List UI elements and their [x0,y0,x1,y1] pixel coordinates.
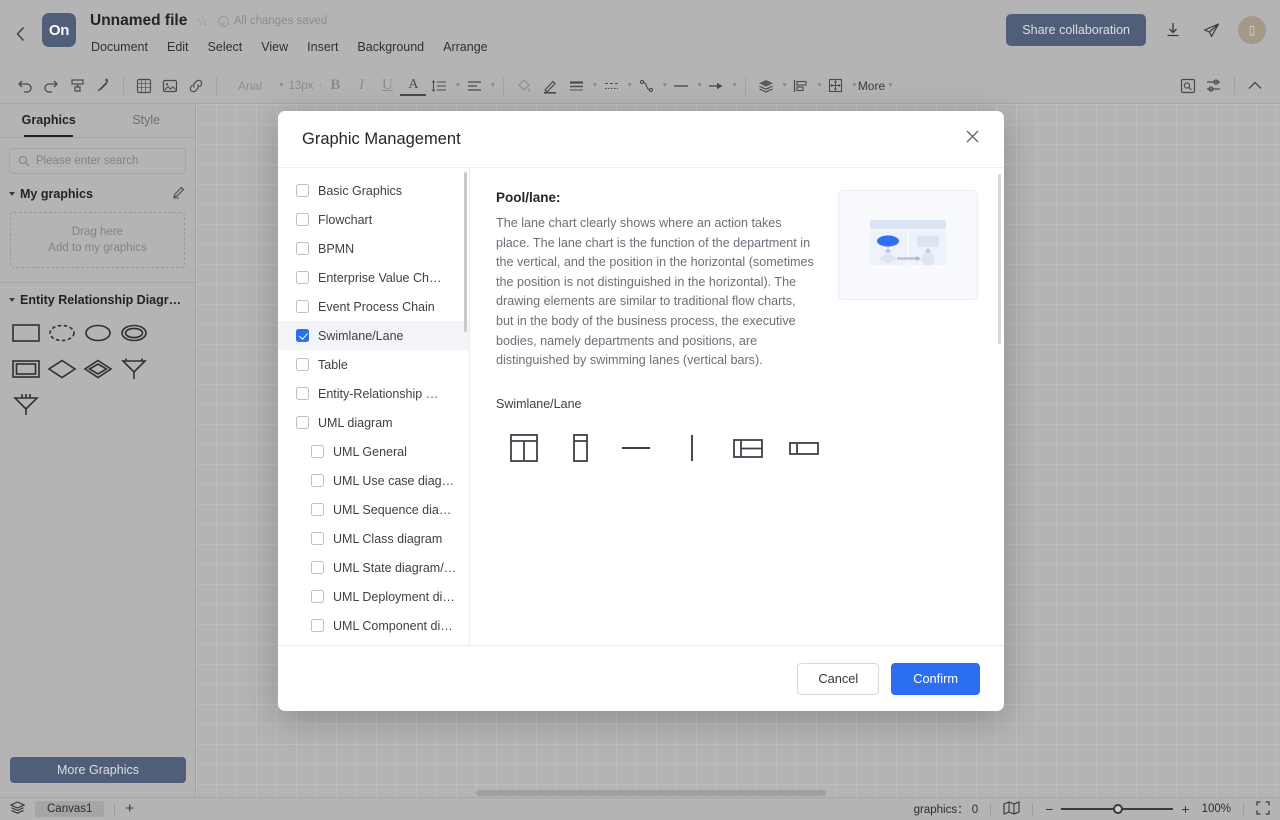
category-uml-class-diagram[interactable]: UML Class diagram [278,524,469,553]
vertical-divider-shape[interactable] [664,425,720,471]
category-uml-component-diagram[interactable]: UML Component diag… [278,611,469,640]
category-uml-diagram[interactable]: UML diagram [278,408,469,437]
horizontal-divider-shape[interactable] [608,425,664,471]
checkbox[interactable] [296,358,309,371]
checkbox[interactable] [296,184,309,197]
checkbox[interactable] [296,329,309,342]
category-label: Entity-Relationship Di… [318,387,442,401]
dialog-header: Graphic Management [278,111,1004,167]
category-label: UML Component diag… [333,619,457,633]
horizontal-pool-two-lanes-shape[interactable] [720,425,776,471]
checkbox[interactable] [296,416,309,429]
category-label: UML Class diagram [333,532,442,546]
detail-panel: Pool/lane: The lane chart clearly shows … [470,168,1004,645]
category-uml-deployment-diagram[interactable]: UML Deployment dia… [278,582,469,611]
swimlane-shape-row [496,425,978,471]
category-swimlane-lane[interactable]: Swimlane/Lane [278,321,469,350]
category-label: Swimlane/Lane [318,329,403,343]
category-label: Table [318,358,348,372]
checkbox[interactable] [311,445,324,458]
category-entity-relationship-diagram[interactable]: Entity-Relationship Di… [278,379,469,408]
close-icon[interactable] [965,129,980,149]
dialog-body: Basic Graphics Flowchart BPMN Enterprise… [278,167,1004,645]
category-table[interactable]: Table [278,350,469,379]
detail-description: The lane chart clearly shows where an ac… [496,214,814,371]
category-uml-sequence-diagram[interactable]: UML Sequence diagra… [278,495,469,524]
category-uml-state-diagram[interactable]: UML State diagram/A… [278,553,469,582]
detail-top: Pool/lane: The lane chart clearly shows … [496,190,978,371]
checkbox[interactable] [296,213,309,226]
cancel-button[interactable]: Cancel [797,663,879,695]
detail-panel-scrollbar[interactable] [998,174,1001,344]
checkbox[interactable] [311,503,324,516]
category-label: Enterprise Value Chain [318,271,442,285]
checkbox[interactable] [296,300,309,313]
checkbox[interactable] [311,561,324,574]
category-label: Basic Graphics [318,184,402,198]
category-list[interactable]: Basic Graphics Flowchart BPMN Enterprise… [278,168,470,645]
category-label: UML Sequence diagra… [333,503,457,517]
checkbox[interactable] [296,242,309,255]
vertical-pool-one-lane-shape[interactable] [552,425,608,471]
category-uml-use-case-diagram[interactable]: UML Use case diagram [278,466,469,495]
category-list-scrollbar[interactable] [464,172,467,332]
checkbox[interactable] [311,474,324,487]
category-label: BPMN [318,242,354,256]
swimlane-preview-thumbnail [838,190,978,300]
checkbox[interactable] [311,590,324,603]
category-uml-general[interactable]: UML General [278,437,469,466]
category-label: UML State diagram/A… [333,561,457,575]
checkbox[interactable] [311,619,324,632]
category-bpmn[interactable]: BPMN [278,234,469,263]
application-window: On Unnamed file ☆ All changes saved Docu… [0,0,1280,820]
category-flowchart[interactable]: Flowchart [278,205,469,234]
dialog-footer: Cancel Confirm [278,645,1004,711]
shape-group-label: Swimlane/Lane [496,397,978,411]
category-graph[interactable]: Graph [278,640,469,645]
category-label: UML Use case diagram [333,474,457,488]
vertical-pool-two-lanes-shape[interactable] [496,425,552,471]
detail-heading: Pool/lane: [496,190,814,205]
detail-text: Pool/lane: The lane chart clearly shows … [496,190,814,371]
category-basic-graphics[interactable]: Basic Graphics [278,176,469,205]
horizontal-pool-one-lane-shape[interactable] [776,425,832,471]
category-label: UML Deployment dia… [333,590,457,604]
checkbox[interactable] [296,387,309,400]
category-label: UML General [333,445,407,459]
checkbox[interactable] [311,532,324,545]
checkbox[interactable] [296,271,309,284]
category-enterprise-value-chain[interactable]: Enterprise Value Chain [278,263,469,292]
category-label: UML diagram [318,416,393,430]
category-label: Event Process Chain [318,300,435,314]
dialog-title: Graphic Management [302,130,461,149]
confirm-button[interactable]: Confirm [891,663,980,695]
category-label: Flowchart [318,213,372,227]
category-event-process-chain[interactable]: Event Process Chain [278,292,469,321]
graphic-management-dialog: Graphic Management Basic Graphics Flowch… [278,111,1004,711]
